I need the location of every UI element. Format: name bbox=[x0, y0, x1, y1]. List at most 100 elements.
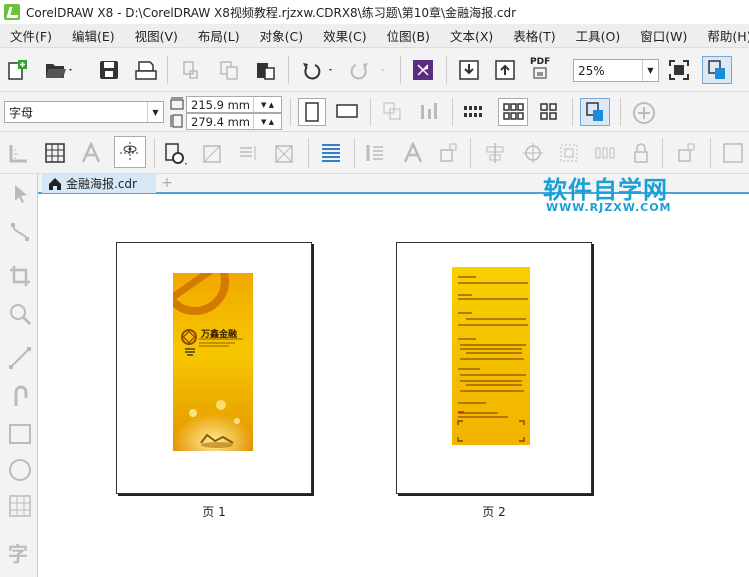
menu-help[interactable]: 帮助(H) bbox=[697, 26, 749, 45]
menu-text[interactable]: 文本(X) bbox=[440, 26, 503, 45]
document-tab[interactable]: 金融海报.cdr bbox=[42, 174, 156, 193]
home-icon bbox=[49, 177, 61, 190]
paste-icon[interactable] bbox=[254, 59, 276, 81]
full-screen-icon[interactable] bbox=[668, 59, 690, 81]
pdf-icon bbox=[533, 67, 547, 79]
target-icon[interactable] bbox=[522, 142, 544, 164]
zoom-tool-icon[interactable] bbox=[8, 302, 32, 326]
menu-object[interactable]: 对象(C) bbox=[250, 26, 313, 45]
shape-tool-icon[interactable] bbox=[8, 220, 32, 244]
menu-table[interactable]: 表格(T) bbox=[503, 26, 565, 45]
align-center-icon[interactable] bbox=[484, 142, 506, 164]
add-icon[interactable] bbox=[632, 101, 656, 125]
current-page-icon[interactable] bbox=[418, 101, 440, 123]
add-tab-icon[interactable]: + bbox=[160, 176, 174, 190]
menu-file[interactable]: 文件(F) bbox=[0, 26, 62, 45]
nudge-grid-button[interactable] bbox=[498, 98, 528, 126]
window-title: CorelDRAW X8 - D:\CorelDRAW X8视频教程.rjzxw… bbox=[26, 5, 517, 20]
page-1-label: 页 1 bbox=[202, 505, 226, 519]
object-image-icon[interactable] bbox=[202, 142, 224, 164]
align-text-icon[interactable] bbox=[238, 142, 260, 164]
menu-edit[interactable]: 编辑(E) bbox=[62, 26, 125, 45]
import-icon[interactable] bbox=[412, 59, 434, 81]
text-a-icon[interactable] bbox=[80, 142, 102, 164]
freehand-tool-icon[interactable] bbox=[8, 346, 32, 370]
distribute-icon[interactable] bbox=[594, 142, 616, 164]
crop-tool-icon[interactable] bbox=[8, 264, 32, 288]
guidelines-button[interactable] bbox=[114, 136, 146, 168]
watermark-url: WWW.RJZXW.COM bbox=[546, 201, 672, 214]
copy-icon[interactable] bbox=[218, 59, 240, 81]
character-a-icon[interactable] bbox=[402, 142, 424, 164]
paper-size-value: 字母 bbox=[9, 105, 34, 120]
bounding-box-icon[interactable] bbox=[558, 142, 580, 164]
save-icon[interactable] bbox=[98, 59, 120, 81]
treat-as-filled-button[interactable] bbox=[580, 98, 610, 126]
grid-icon[interactable] bbox=[44, 142, 66, 164]
polygon-tool-icon[interactable] bbox=[8, 494, 32, 518]
chevron-down-icon: ▼ bbox=[642, 60, 658, 81]
open-folder-icon[interactable] bbox=[44, 59, 74, 81]
new-document-icon[interactable] bbox=[6, 59, 28, 81]
text-columns-icon[interactable] bbox=[364, 142, 386, 164]
coreldraw-logo-icon bbox=[4, 4, 20, 20]
menu-tools[interactable]: 工具(O) bbox=[566, 26, 631, 45]
lock-icon[interactable] bbox=[630, 142, 652, 164]
text-tool-glyph: 字 bbox=[8, 542, 28, 566]
rectangle-tool-icon[interactable] bbox=[8, 422, 32, 446]
layout-toolbar bbox=[0, 132, 749, 174]
page-2-label: 页 2 bbox=[482, 505, 506, 519]
page-width-icon bbox=[170, 97, 184, 111]
title-bar: CorelDRAW X8 - D:\CorelDRAW X8视频教程.rjzxw… bbox=[0, 0, 749, 24]
height-spinner[interactable]: ▼ ▲ bbox=[253, 114, 281, 129]
drawing-canvas[interactable]: 万鑫金融 页 1 页 2 bbox=[38, 194, 749, 577]
page-height-input[interactable]: 279.4 mm ▼ ▲ bbox=[186, 113, 282, 130]
document-tab-label: 金融海报.cdr bbox=[66, 177, 137, 191]
snap-to-icon[interactable] bbox=[702, 56, 732, 84]
menu-window[interactable]: 窗口(W) bbox=[630, 26, 697, 45]
export-file-icon[interactable] bbox=[494, 59, 516, 81]
menu-view[interactable]: 视图(V) bbox=[125, 26, 188, 45]
publish-pdf-button[interactable]: PDF bbox=[530, 57, 550, 79]
page-settings-icon[interactable] bbox=[164, 142, 188, 166]
duplicate-distance-icon[interactable] bbox=[538, 101, 560, 123]
menu-bar: 文件(F) 编辑(E) 视图(V) 布局(L) 对象(C) 效果(C) 位图(B… bbox=[0, 24, 749, 48]
page-2[interactable] bbox=[396, 242, 592, 494]
ellipse-tool-icon[interactable] bbox=[8, 458, 32, 482]
zoom-value: 25% bbox=[578, 63, 605, 78]
nudge-grid-icon bbox=[503, 103, 524, 120]
portrait-button[interactable] bbox=[298, 98, 326, 126]
pick-tool-icon[interactable] bbox=[8, 182, 32, 206]
menu-layout[interactable]: 布局(L) bbox=[188, 26, 250, 45]
paper-size-dropdown[interactable]: 字母 ▼ bbox=[4, 101, 164, 123]
zoom-level-dropdown[interactable]: 25% ▼ bbox=[573, 59, 659, 82]
group-icon[interactable] bbox=[676, 142, 698, 164]
cut-icon[interactable] bbox=[180, 59, 202, 81]
menu-effects[interactable]: 效果(C) bbox=[313, 26, 376, 45]
fit-frame-icon[interactable] bbox=[438, 142, 460, 164]
toolbox: 字 bbox=[0, 174, 38, 577]
units-grid-icon[interactable] bbox=[462, 101, 484, 123]
page-height-value: 279.4 mm bbox=[191, 114, 250, 129]
undo-icon[interactable] bbox=[298, 59, 336, 81]
artistic-media-icon[interactable] bbox=[8, 384, 32, 408]
all-pages-icon[interactable] bbox=[382, 101, 404, 123]
menu-bitmaps[interactable]: 位图(B) bbox=[377, 26, 440, 45]
clear-transform-icon[interactable] bbox=[274, 142, 296, 164]
property-bar: 字母 ▼ 215.9 mm ▼ ▲ 279.4 mm ▼ ▲ bbox=[0, 92, 749, 132]
poster-page-2 bbox=[452, 267, 530, 445]
width-spinner[interactable]: ▼ ▲ bbox=[253, 97, 281, 112]
print-icon[interactable] bbox=[134, 59, 158, 81]
poster-page-1 bbox=[173, 273, 253, 451]
frame-icon[interactable] bbox=[722, 142, 744, 164]
page-width-input[interactable]: 215.9 mm ▼ ▲ bbox=[186, 96, 282, 113]
redo-icon[interactable] bbox=[350, 59, 388, 81]
page-1[interactable]: 万鑫金融 bbox=[116, 242, 312, 494]
page-width-value: 215.9 mm bbox=[191, 97, 250, 112]
text-tool-icon[interactable]: 字 bbox=[8, 538, 32, 566]
import-file-icon[interactable] bbox=[458, 59, 480, 81]
guidelines-icon bbox=[120, 142, 140, 162]
paragraph-icon[interactable] bbox=[320, 142, 342, 164]
landscape-icon[interactable] bbox=[336, 103, 358, 119]
ruler-icon[interactable] bbox=[8, 142, 30, 164]
